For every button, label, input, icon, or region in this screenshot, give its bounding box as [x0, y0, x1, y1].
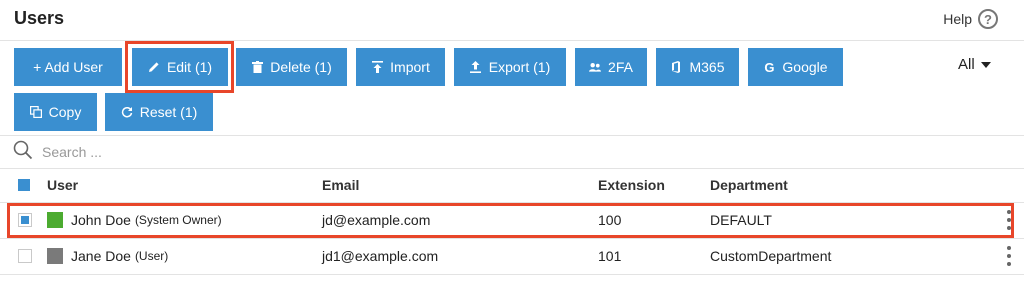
- table-row[interactable]: Jane Doe (User) jd1@example.com 101 Cust…: [0, 238, 1024, 274]
- add-user-button[interactable]: + Add User: [14, 48, 122, 86]
- delete-label: Delete (1): [270, 59, 332, 75]
- filter-dropdown[interactable]: All: [958, 56, 991, 73]
- user-email: jd@example.com: [322, 212, 431, 228]
- copy-icon: [29, 106, 42, 118]
- edit-button[interactable]: Edit (1): [132, 48, 228, 86]
- m365-label: M365: [689, 59, 725, 75]
- select-all-checkbox[interactable]: [18, 179, 30, 191]
- export-label: Export (1): [488, 59, 551, 75]
- toolbar-divider: [0, 135, 1024, 136]
- user-color-square: [47, 248, 63, 264]
- export-icon: [470, 61, 482, 73]
- page-header: Users Help ?: [0, 0, 1024, 40]
- user-name: John Doe: [71, 212, 131, 228]
- header-divider: [0, 40, 1024, 41]
- help-link[interactable]: Help ?: [943, 9, 998, 29]
- search-icon: [12, 139, 34, 166]
- user-extension: 101: [598, 248, 622, 264]
- table-row[interactable]: John Doe (System Owner) jd@example.com 1…: [0, 202, 1024, 238]
- row-checkbox[interactable]: [18, 249, 32, 263]
- 2fa-label: 2FA: [608, 59, 633, 75]
- trash-icon: [251, 61, 263, 73]
- checkbox-checked-mark: [21, 216, 29, 224]
- search-bar: [12, 139, 442, 165]
- user-role: (User): [134, 249, 169, 263]
- user-color-square: [47, 212, 63, 228]
- add-user-label: + Add User: [33, 59, 103, 75]
- row-menu-icon[interactable]: [1006, 246, 1012, 266]
- import-button[interactable]: Import: [356, 48, 445, 86]
- help-icon[interactable]: ?: [978, 9, 998, 29]
- user-email: jd1@example.com: [322, 248, 439, 264]
- google-icon: G: [764, 59, 775, 75]
- user-name: Jane Doe: [71, 248, 131, 264]
- user-extension: 100: [598, 212, 622, 228]
- column-header-extension[interactable]: Extension: [598, 167, 665, 203]
- table-header: User Email Extension Department: [0, 167, 1024, 203]
- refresh-icon: [121, 106, 133, 118]
- m365-button[interactable]: M365: [656, 48, 739, 86]
- row-checkbox[interactable]: [18, 213, 32, 227]
- export-button[interactable]: Export (1): [454, 48, 566, 86]
- google-button[interactable]: G Google: [748, 48, 843, 86]
- table-bottom-divider: [0, 274, 1024, 275]
- caret-down-icon: [980, 61, 991, 68]
- 2fa-button[interactable]: 2FA: [575, 48, 647, 86]
- search-input[interactable]: [42, 144, 442, 160]
- copy-label: Copy: [48, 104, 82, 120]
- edit-label: Edit (1): [166, 59, 213, 75]
- users-icon: [589, 61, 602, 73]
- column-header-user[interactable]: User: [47, 167, 78, 203]
- page-title: Users: [14, 8, 65, 28]
- pencil-icon: [148, 61, 160, 73]
- copy-button[interactable]: Copy: [14, 93, 97, 131]
- import-label: Import: [390, 59, 430, 75]
- user-department: CustomDepartment: [710, 248, 832, 264]
- google-label: Google: [782, 59, 828, 75]
- filter-value: All: [958, 56, 975, 73]
- reset-label: Reset (1): [139, 104, 198, 120]
- user-role: (System Owner): [134, 213, 222, 227]
- column-header-email[interactable]: Email: [322, 167, 359, 203]
- office-icon: [670, 61, 682, 73]
- user-department: DEFAULT: [710, 212, 772, 228]
- row-menu-icon[interactable]: [1006, 210, 1012, 230]
- column-header-department[interactable]: Department: [710, 167, 788, 203]
- import-icon: [371, 61, 383, 73]
- delete-button[interactable]: Delete (1): [236, 48, 347, 86]
- help-label: Help: [943, 11, 972, 27]
- reset-button[interactable]: Reset (1): [105, 93, 213, 131]
